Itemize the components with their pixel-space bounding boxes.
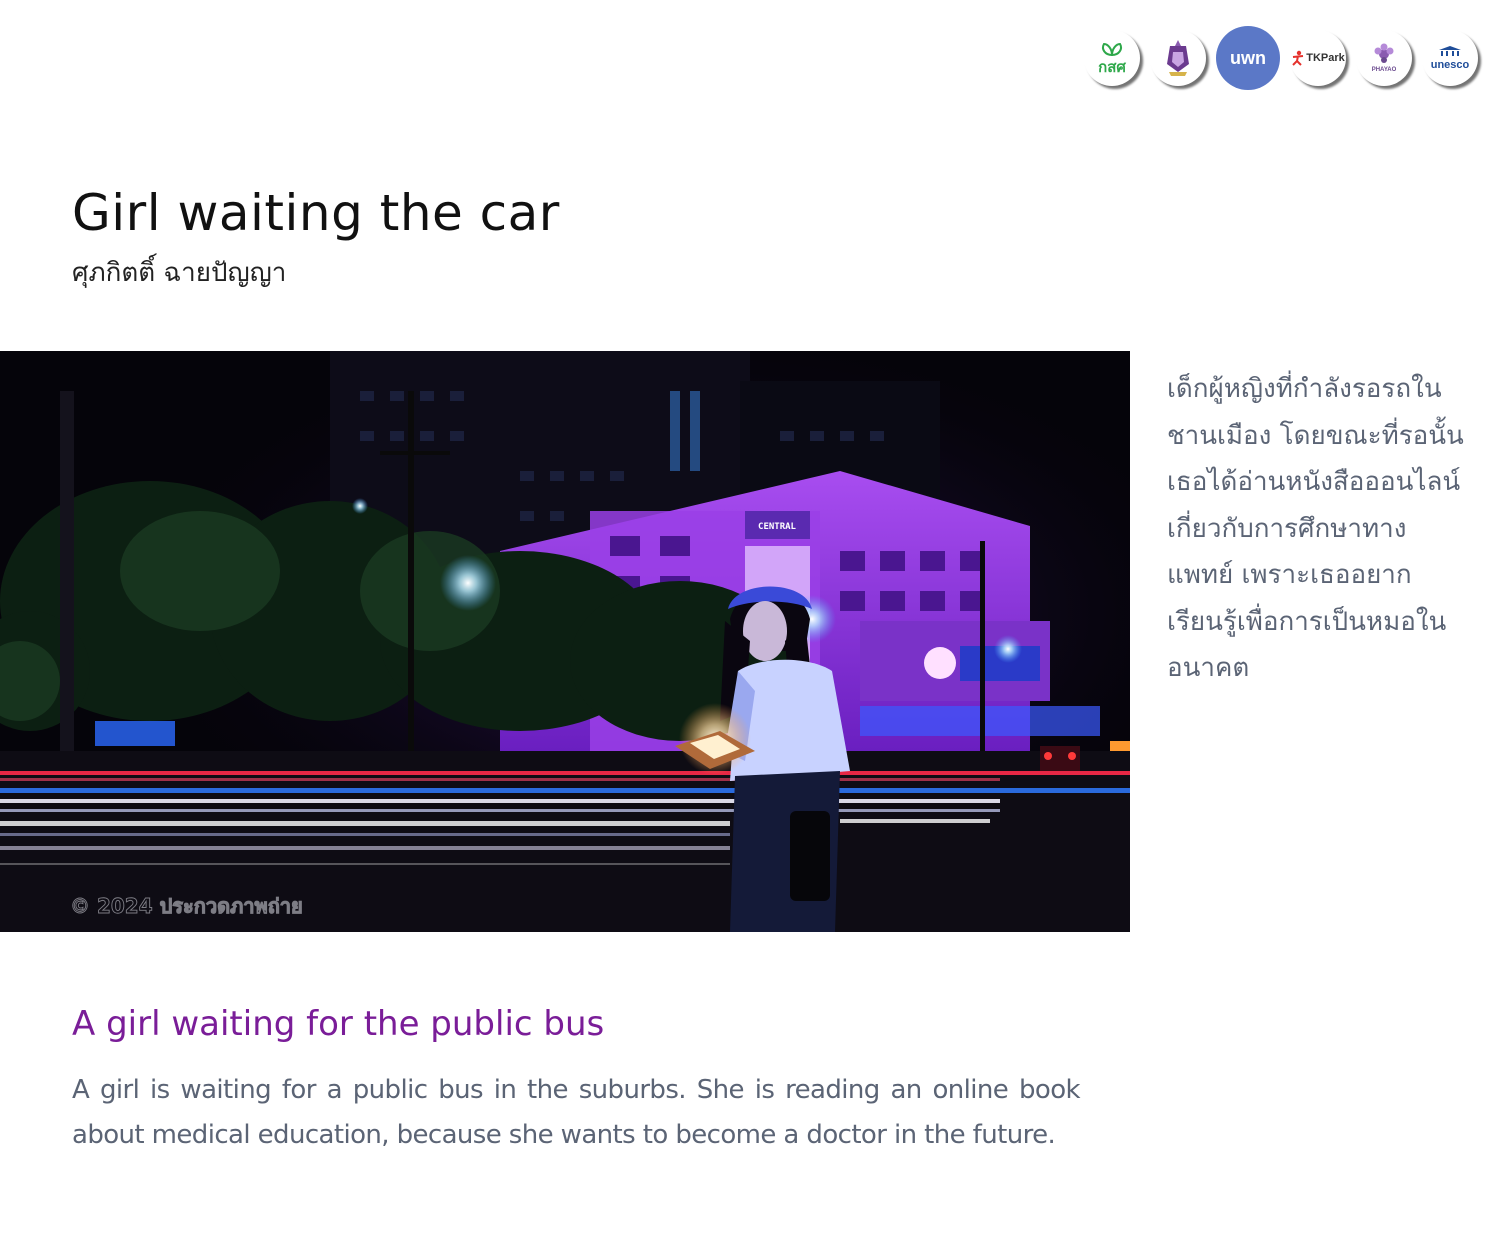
thai-caption: เด็กผู้หญิงที่กำลังรอรถในชานเมือง โดยขณะ… (1167, 374, 1464, 683)
tkpark-logo-text: TKPark (1306, 51, 1345, 64)
tkpark-figure-icon (1292, 50, 1304, 66)
phayao-logo: PHAYAO (1356, 30, 1412, 86)
kss-logo-text: กสศ (1098, 59, 1126, 76)
kss-logo: กสศ (1084, 30, 1140, 86)
unesco-logo: unesco (1422, 30, 1478, 86)
university-logo (1150, 30, 1206, 86)
phayao-logo-text: PHAYAO (1371, 67, 1397, 73)
unesco-temple-icon (1438, 46, 1461, 56)
contest-photo: CENTRAL © 2024 ประกวดภาพถ่าย (0, 351, 1130, 932)
uwn-logo: uwn (1216, 26, 1280, 90)
uwn-logo-text: uwn (1230, 48, 1266, 68)
photo-watermark: © 2024 ประกวดภาพถ่าย (70, 894, 303, 918)
photo-title: Girl waiting the car (72, 184, 560, 242)
english-caption-body: A girl is waiting for a public bus in th… (72, 1075, 1081, 1150)
photo-contest-entry-page: กสศ uwn TKPark PHAYAO unesco Girl waitin… (0, 0, 1500, 1250)
building-sign-text: CENTRAL (758, 522, 797, 532)
kss-leaf-icon (1102, 42, 1122, 57)
university-crest-icon (1167, 40, 1189, 76)
english-caption-title: A girl waiting for the public bus (72, 1004, 605, 1044)
tkpark-logo: TKPark (1290, 30, 1346, 86)
partner-logos: กสศ uwn TKPark PHAYAO unesco (1084, 26, 1478, 90)
phayao-flower-icon (1374, 43, 1394, 63)
unesco-logo-text: unesco (1430, 59, 1470, 71)
night-street-photo: CENTRAL © 2024 ประกวดภาพถ่าย (0, 351, 1130, 932)
photographer-name: ศุภกิตติ์ ฉายปัญญา (72, 258, 287, 288)
